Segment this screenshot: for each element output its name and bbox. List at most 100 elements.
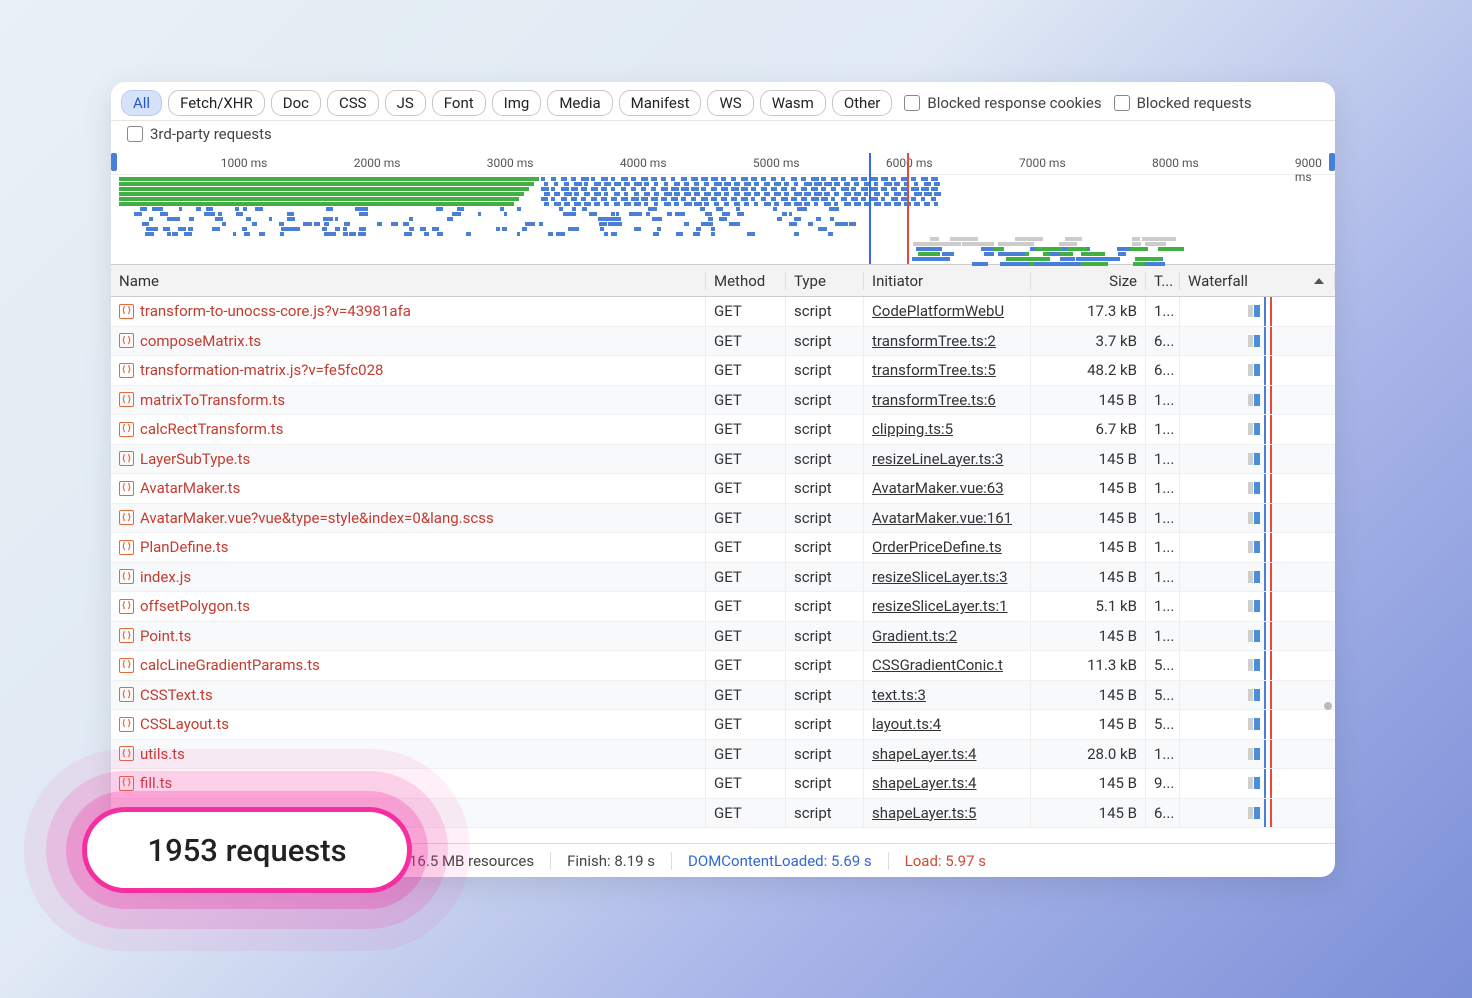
initiator-link[interactable]: shapeLayer.ts:4 (872, 745, 976, 763)
cell-size: 28.0 kB (1031, 740, 1146, 769)
cell-time: 1... (1146, 445, 1180, 474)
initiator-link[interactable]: AvatarMaker.vue:161 (872, 509, 1012, 527)
request-row[interactable]: ⟨⟩index.jsGETscriptresizeSliceLayer.ts:3… (111, 563, 1335, 593)
initiator-link[interactable]: transformTree.ts:6 (872, 391, 996, 409)
filter-chip-js[interactable]: JS (385, 90, 426, 116)
third-party-checkbox[interactable]: 3rd-party requests (127, 125, 1325, 143)
col-method[interactable]: Method (706, 272, 786, 290)
cell-method: GET (706, 681, 786, 710)
cell-size: 145 B (1031, 474, 1146, 503)
initiator-link[interactable]: shapeLayer.ts:4 (872, 774, 976, 792)
initiator-link[interactable]: resizeSliceLayer.ts:1 (872, 597, 1008, 615)
blocked-requests-checkbox[interactable]: Blocked requests (1114, 94, 1252, 112)
cell-size: 6.7 kB (1031, 415, 1146, 444)
cell-waterfall (1180, 327, 1335, 356)
script-file-icon: ⟨⟩ (119, 658, 134, 673)
blocked-cookies-label: Blocked response cookies (927, 94, 1101, 112)
cell-waterfall (1180, 651, 1335, 680)
col-name[interactable]: Name (111, 272, 706, 290)
initiator-link[interactable]: layout.ts:4 (872, 715, 941, 733)
filter-chip-img[interactable]: Img (492, 90, 542, 116)
cell-waterfall (1180, 356, 1335, 385)
request-row[interactable]: ⟨⟩AvatarMaker.vue?vue&type=style&index=0… (111, 504, 1335, 534)
request-row[interactable]: ⟨⟩transformation-matrix.js?v=fe5fc028GET… (111, 356, 1335, 386)
file-name: AvatarMaker.vue?vue&type=style&index=0&l… (140, 509, 494, 527)
file-name: calcLineGradientParams.ts (140, 656, 320, 674)
initiator-link[interactable]: clipping.ts:5 (872, 420, 953, 438)
cell-size: 48.2 kB (1031, 356, 1146, 385)
cell-method: GET (706, 533, 786, 562)
request-row[interactable]: ⟨⟩CSSText.tsGETscripttext.ts:3145 B5... (111, 681, 1335, 711)
cell-type: script (786, 504, 864, 533)
col-waterfall[interactable]: Waterfall (1180, 272, 1335, 290)
initiator-link[interactable]: transformTree.ts:5 (872, 361, 996, 379)
cell-type: script (786, 769, 864, 798)
cell-size: 145 B (1031, 681, 1146, 710)
blocked-cookies-checkbox[interactable]: Blocked response cookies (904, 94, 1101, 112)
cell-method: GET (706, 740, 786, 769)
initiator-link[interactable]: CodePlatformWebU (872, 302, 1004, 320)
filter-bar: AllFetch/XHRDocCSSJSFontImgMedia Manifest… (111, 82, 1335, 121)
filter-chip-media[interactable]: Media (547, 90, 612, 116)
initiator-link[interactable]: resizeSliceLayer.ts:3 (872, 568, 1008, 586)
request-row[interactable]: ⟨⟩Point.tsGETscriptGradient.ts:2145 B1..… (111, 622, 1335, 652)
cell-size: 145 B (1031, 622, 1146, 651)
cell-waterfall (1180, 622, 1335, 651)
col-size[interactable]: Size (1031, 272, 1146, 290)
cell-waterfall (1180, 474, 1335, 503)
checkbox-icon (127, 126, 143, 142)
filter-chip-fetchxhr[interactable]: Fetch/XHR (168, 90, 265, 116)
initiator-link[interactable]: text.ts:3 (872, 686, 926, 704)
script-file-icon: ⟨⟩ (119, 422, 134, 437)
scrollbar-thumb[interactable] (1324, 702, 1332, 710)
request-row[interactable]: ⟨⟩offsetPolygon.tsGETscriptresizeSliceLa… (111, 592, 1335, 622)
initiator-link[interactable]: AvatarMaker.vue:63 (872, 479, 1004, 497)
col-type[interactable]: Type (786, 272, 864, 290)
request-row[interactable]: ⟨⟩calcLineGradientParams.tsGETscriptCSSG… (111, 651, 1335, 681)
request-row[interactable]: ⟨⟩matrixToTransform.tsGETscripttransform… (111, 386, 1335, 416)
request-row[interactable]: ⟨⟩LayerSubType.tsGETscriptresizeLineLaye… (111, 445, 1335, 475)
script-file-icon: ⟨⟩ (119, 304, 134, 319)
initiator-link[interactable]: OrderPriceDefine.ts (872, 538, 1002, 556)
request-row[interactable]: ⟨⟩utils.tsGETscriptshapeLayer.ts:428.0 k… (111, 740, 1335, 770)
timeline-overview[interactable]: 1000 ms2000 ms3000 ms4000 ms5000 ms6000 … (111, 153, 1335, 265)
filter-chip-css[interactable]: CSS (327, 90, 379, 116)
col-time[interactable]: T... (1146, 272, 1180, 290)
filter-chip-font[interactable]: Font (432, 90, 486, 116)
request-row[interactable]: ⟨⟩PlanDefine.tsGETscriptOrderPriceDefine… (111, 533, 1335, 563)
filter-chip-other[interactable]: Other (832, 90, 893, 116)
cell-size: 17.3 kB (1031, 297, 1146, 326)
cell-type: script (786, 533, 864, 562)
initiator-link[interactable]: transformTree.ts:2 (872, 332, 996, 350)
cell-method: GET (706, 415, 786, 444)
request-row[interactable]: ⟨⟩ calcRectTransform.ts GETscript clipping.… (111, 415, 1335, 445)
col-initiator[interactable]: Initiator (864, 272, 1031, 290)
initiator-link[interactable]: shapeLayer.ts:5 (872, 804, 976, 822)
status-resources: 16.5 MB resources (393, 852, 551, 870)
third-party-label: 3rd-party requests (150, 125, 272, 143)
filter-chip-manifest[interactable]: Manifest (619, 90, 702, 116)
request-row[interactable]: ⟨⟩fill.tsGETscriptshapeLayer.ts:4145 B9.… (111, 769, 1335, 799)
initiator-link[interactable]: CSSGradientConic.t (872, 656, 1003, 674)
filter-chip-all[interactable]: All (121, 90, 162, 116)
cell-time: 1... (1146, 386, 1180, 415)
cell-method: GET (706, 799, 786, 828)
request-row[interactable]: ⟨⟩AvatarMaker.tsGETscriptAvatarMaker.vue… (111, 474, 1335, 504)
cell-time: 1... (1146, 504, 1180, 533)
request-row[interactable]: ⟨⟩composeMatrix.tsGETscripttransformTree… (111, 327, 1335, 357)
filter-chip-doc[interactable]: Doc (271, 90, 321, 116)
initiator-link[interactable]: resizeLineLayer.ts:3 (872, 450, 1003, 468)
initiator-link[interactable]: Gradient.ts:2 (872, 627, 957, 645)
cell-type: script (786, 415, 864, 444)
file-name: CSSText.ts (140, 686, 213, 704)
request-row[interactable]: ⟨⟩CSSLayout.tsGETscriptlayout.ts:4145 B5… (111, 710, 1335, 740)
time-tick: 6000 ms (886, 156, 933, 170)
script-file-icon: ⟨⟩ (119, 628, 134, 643)
filter-chip-wasm[interactable]: Wasm (760, 90, 826, 116)
request-row[interactable]: ⟨⟩transform-to-unocss-core.js?v=43981afa… (111, 297, 1335, 327)
filter-chip-ws[interactable]: WS (707, 90, 753, 116)
cell-method: GET (706, 445, 786, 474)
file-name: calcRectTransform.ts (140, 420, 283, 438)
blocked-requests-label: Blocked requests (1137, 94, 1252, 112)
cell-size: 145 B (1031, 563, 1146, 592)
